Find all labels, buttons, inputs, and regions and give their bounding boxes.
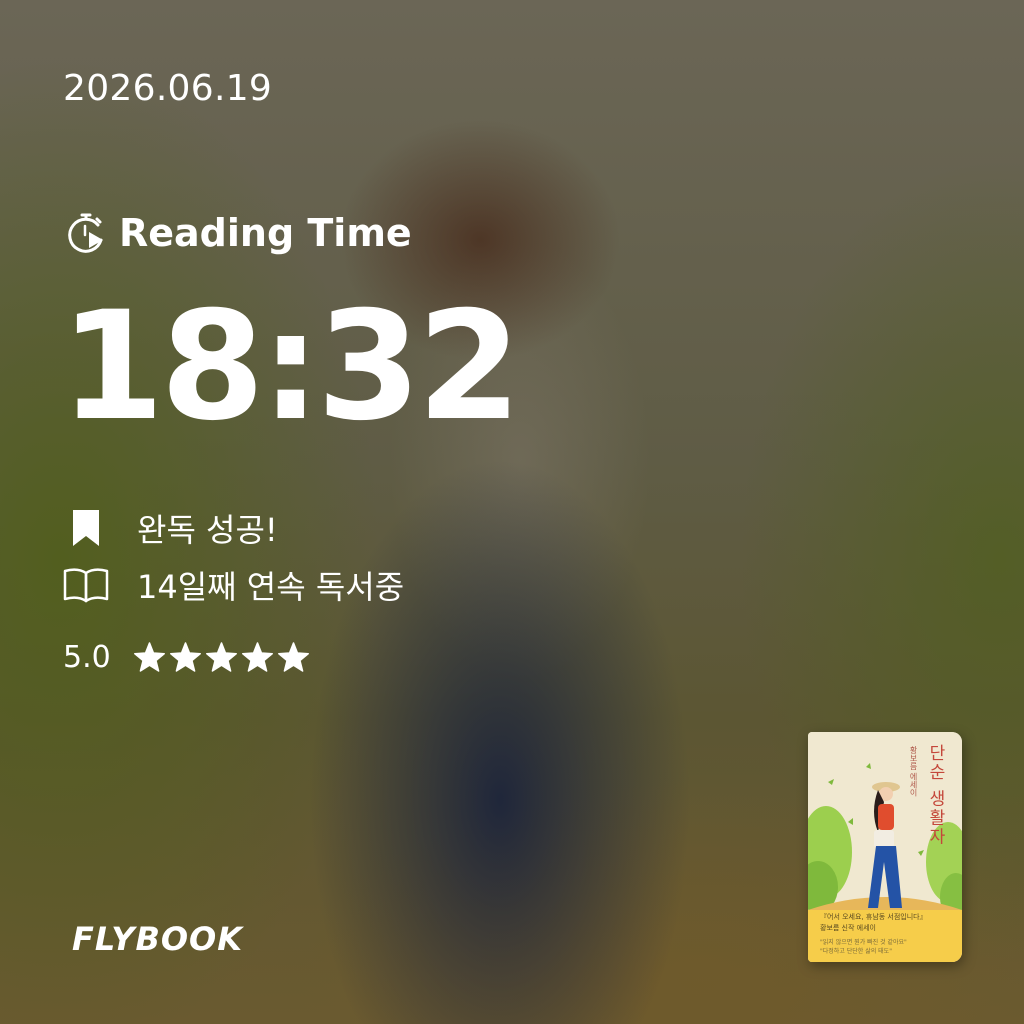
book-cover-blurb: 『어서 오세요, 휴남동 서점입니다』 황보름 신작 에세이 xyxy=(820,912,954,933)
star-icon xyxy=(205,642,237,672)
book-cover-blurb-line3: "읽지 않으면 뭔가 빠진 것 같아요" xyxy=(820,939,907,946)
rating: 5.0 xyxy=(63,640,313,675)
brand-logo: FLYBOOK xyxy=(72,920,244,958)
bookmark-icon xyxy=(63,505,109,551)
stopwatch-play-icon xyxy=(68,213,103,253)
open-book-icon xyxy=(63,562,109,608)
streak-text: 14일째 연속 독서중 xyxy=(137,568,405,606)
star-icon xyxy=(277,642,309,672)
reading-streak: 14일째 연속 독서중 xyxy=(63,562,404,608)
reading-time-label: Reading Time xyxy=(119,211,412,255)
book-cover-author: 황보름 에세이 xyxy=(909,746,918,797)
completion-text: 완독 성공! xyxy=(137,511,278,549)
rating-value: 5.0 xyxy=(63,640,111,675)
date-label: 2026.06.19 xyxy=(63,68,273,109)
star-icon xyxy=(133,642,165,672)
book-cover-blurb-small: "읽지 않으면 뭔가 빠진 것 같아요" "다정하고 단단한 삶의 태도" xyxy=(820,938,954,956)
book-cover-blurb-line2: 황보름 신작 에세이 xyxy=(820,923,876,932)
book-cover-blurb-line4: "다정하고 단단한 삶의 태도" xyxy=(820,948,892,955)
book-cover: 황보름 에세이 단순 생활자 『어서 오세요, 휴남동 서점입니다』 황보름 신… xyxy=(808,732,962,962)
reading-time-header: Reading Time xyxy=(63,210,412,256)
book-cover-title: 단순 생활자 xyxy=(925,744,945,847)
reading-time-value: 18:32 xyxy=(60,280,521,454)
star-icon xyxy=(169,642,201,672)
book-cover-blurb-line1: 『어서 오세요, 휴남동 서점입니다』 xyxy=(820,913,927,921)
star-icon xyxy=(241,642,273,672)
star-rating xyxy=(133,641,313,674)
completion-status: 완독 성공! xyxy=(63,505,278,551)
